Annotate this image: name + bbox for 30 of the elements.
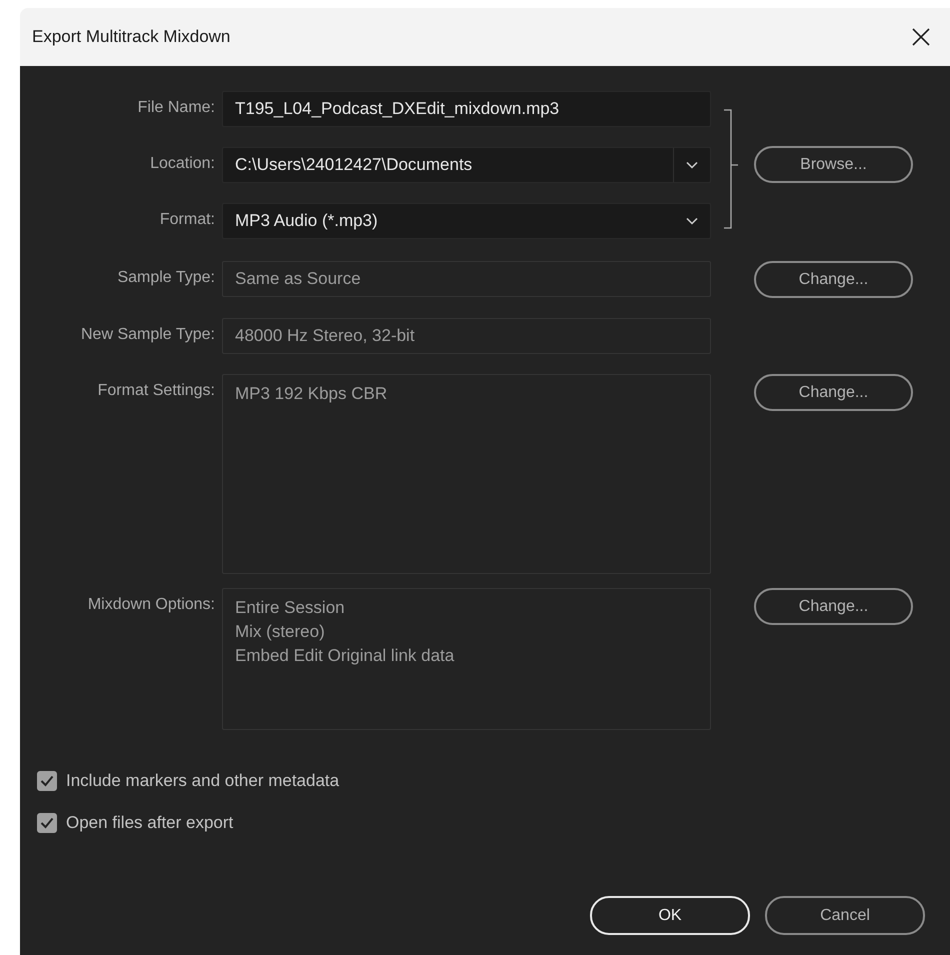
- field-label: Mixdown Options:: [86, 595, 216, 614]
- checkbox[interactable]: [37, 771, 57, 791]
- field-label: Format:: [158, 210, 216, 229]
- dropdown[interactable]: MP3 Audio (*.mp3): [222, 203, 711, 239]
- field-label: File Name:: [136, 98, 216, 117]
- text-line: Entire Session: [235, 597, 345, 619]
- field-label: Sample Type:: [116, 268, 216, 287]
- checkbox[interactable]: [37, 813, 57, 833]
- check-icon: [40, 775, 54, 787]
- ok-button[interactable]: OK: [590, 896, 750, 935]
- field-label: Format Settings:: [96, 381, 216, 400]
- text-field: 48000 Hz Stereo, 32-bit: [222, 318, 711, 354]
- check-icon: [40, 817, 54, 829]
- chevron-icon: [686, 161, 698, 169]
- close-icon: [912, 28, 930, 46]
- browse-button[interactable]: Browse...: [754, 146, 913, 183]
- checkbox-label: Include markers and other metadata: [66, 771, 340, 791]
- field-label: Location:: [149, 154, 216, 173]
- close-button[interactable]: [912, 28, 930, 46]
- text-field: Same as Source: [222, 261, 711, 297]
- text-line: Mix (stereo): [235, 621, 325, 643]
- text-line: Embed Edit Original link data: [235, 645, 454, 667]
- combo-box[interactable]: C:\Users\24012427\Documents: [222, 147, 711, 183]
- cancel-button[interactable]: Cancel: [765, 896, 925, 935]
- window-title: Export Multitrack Mixdown: [32, 27, 230, 47]
- field-label: New Sample Type:: [80, 325, 216, 344]
- text-field[interactable]: T195_L04_Podcast_DXEdit_mixdown.mp3: [222, 91, 711, 127]
- text-line: MP3 192 Kbps CBR: [235, 383, 388, 405]
- checkbox-label: Open files after export: [66, 813, 234, 833]
- chevron-icon: [686, 217, 698, 225]
